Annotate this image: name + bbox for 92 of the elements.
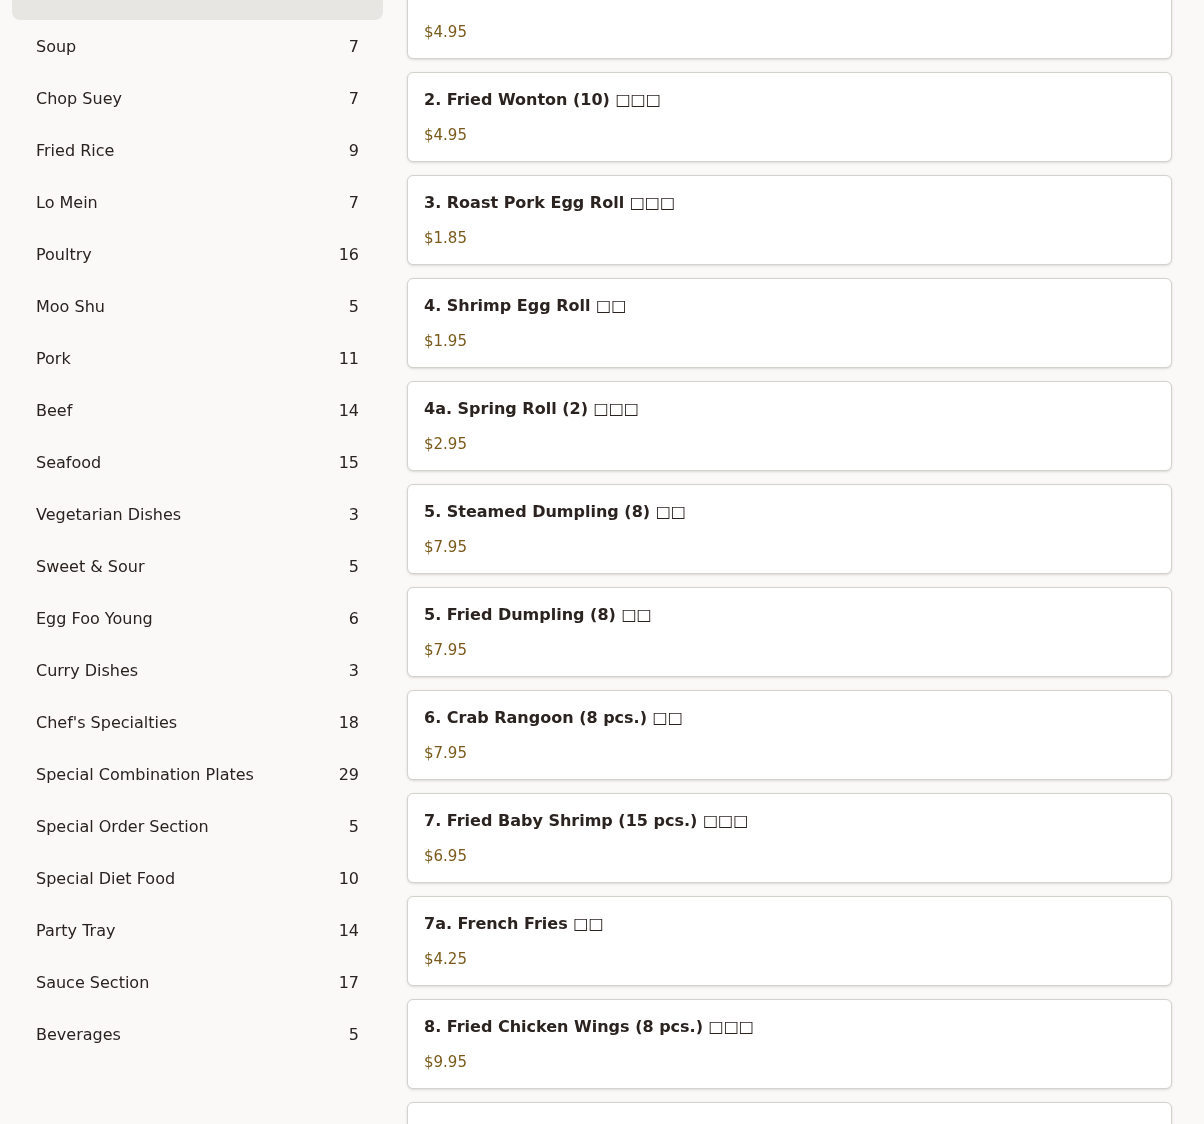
item-name: 2. Fried Wonton (10) □□□ — [424, 89, 662, 111]
category-item[interactable]: Special Combination Plates 29 — [12, 750, 383, 800]
category-count: 5 — [348, 816, 359, 838]
menu-item-card[interactable]: 5. Fried Dumpling (8) □□ $7.95 — [407, 587, 1172, 677]
category-item[interactable]: Poultry 16 — [12, 230, 383, 280]
category-name: Curry Dishes — [36, 660, 139, 682]
category-item[interactable]: Sweet & Sour 5 — [12, 542, 383, 592]
menu-item-card[interactable]: 3. Roast Pork Egg Roll □□□ $1.85 — [407, 175, 1172, 265]
item-price: $7.95 — [424, 743, 468, 764]
category-item[interactable]: Sauce Section 17 — [12, 958, 383, 1008]
category-name: Poultry — [36, 244, 92, 266]
category-name: Special Combination Plates — [36, 764, 254, 786]
category-name: Beef — [36, 400, 73, 422]
category-name: Special Diet Food — [36, 868, 176, 890]
category-item[interactable]: Seafood 15 — [12, 438, 383, 488]
category-count: 6 — [348, 608, 359, 630]
menu-item-card[interactable]: $4.95 — [407, 0, 1172, 59]
menu-item-card[interactable]: 7. Fried Baby Shrimp (15 pcs.) □□□ $6.95 — [407, 793, 1172, 883]
category-count: 3 — [348, 504, 359, 526]
category-item[interactable]: Pork 11 — [12, 334, 383, 384]
menu-item-card[interactable]: 4. Shrimp Egg Roll □□ $1.95 — [407, 278, 1172, 368]
category-name: Party Tray — [36, 920, 116, 942]
item-name: 3. Roast Pork Egg Roll □□□ — [424, 192, 677, 214]
item-name: 5. Fried Dumpling (8) □□ — [424, 604, 653, 626]
category-count: 9 — [348, 140, 359, 162]
item-name: 5. Steamed Dumpling (8) □□ — [424, 501, 687, 523]
category-item[interactable]: Curry Dishes 3 — [12, 646, 383, 696]
category-item[interactable]: Beef 14 — [12, 386, 383, 436]
category-item[interactable]: Vegetarian Dishes 3 — [12, 490, 383, 540]
category-item[interactable]: Lo Mein 7 — [12, 178, 383, 228]
category-count: 16 — [338, 244, 359, 266]
item-price: $6.95 — [424, 846, 468, 867]
category-name: Moo Shu — [36, 296, 105, 318]
category-name: Vegetarian Dishes — [36, 504, 182, 526]
category-count: 15 — [338, 452, 359, 474]
menu-item-card[interactable]: 6. Crab Rangoon (8 pcs.) □□ $7.95 — [407, 690, 1172, 780]
item-price: $7.95 — [424, 640, 468, 661]
item-name: 6. Crab Rangoon (8 pcs.) □□ — [424, 707, 684, 729]
item-name: 8. Fried Chicken Wings (8 pcs.) □□□ — [424, 1016, 755, 1038]
category-item[interactable]: Fried Rice 9 — [12, 126, 383, 176]
category-item[interactable]: Chop Suey 7 — [12, 74, 383, 124]
category-name: Chop Suey — [36, 88, 122, 110]
category-name: Chef's Specialties — [36, 712, 178, 734]
category-count: 10 — [338, 868, 359, 890]
menu-item-card[interactable]: 8. Fried Chicken Wings (8 pcs.) □□□ $9.95 — [407, 999, 1172, 1089]
item-price: $2.95 — [424, 434, 468, 455]
category-count: 5 — [348, 556, 359, 578]
category-item[interactable]: Special Order Section 5 — [12, 802, 383, 852]
category-item[interactable]: Moo Shu 5 — [12, 282, 383, 332]
category-name: Lo Mein — [36, 192, 98, 214]
category-name: Sauce Section — [36, 972, 150, 994]
item-price: $1.95 — [424, 331, 468, 352]
category-item[interactable]: Special Diet Food 10 — [12, 854, 383, 904]
category-count: 7 — [348, 36, 359, 58]
category-name: Seafood — [36, 452, 102, 474]
category-name: Pork — [36, 348, 71, 370]
category-item[interactable]: Soup 7 — [12, 22, 383, 72]
category-item[interactable]: Party Tray 14 — [12, 906, 383, 956]
item-price: $9.95 — [424, 1052, 468, 1073]
category-count: 14 — [338, 400, 359, 422]
item-name: 4. Shrimp Egg Roll □□ — [424, 295, 628, 317]
category-name: Special Order Section — [36, 816, 209, 838]
category-count: 17 — [338, 972, 359, 994]
category-count: 18 — [338, 712, 359, 734]
item-name: 7. Fried Baby Shrimp (15 pcs.) □□□ — [424, 810, 750, 832]
item-price: $4.25 — [424, 949, 468, 970]
category-count: 11 — [338, 348, 359, 370]
item-price: $1.85 — [424, 228, 468, 249]
category-item[interactable]: Egg Foo Young 6 — [12, 594, 383, 644]
menu-item-card[interactable]: 5. Steamed Dumpling (8) □□ $7.95 — [407, 484, 1172, 574]
category-count: 3 — [348, 660, 359, 682]
item-name: 4a. Spring Roll (2) □□□ — [424, 398, 640, 420]
category-count: 5 — [348, 296, 359, 318]
category-count: 29 — [338, 764, 359, 786]
category-name: Sweet & Sour — [36, 556, 145, 578]
category-item[interactable]: Beverages 5 — [12, 1010, 383, 1060]
menu-item-card[interactable]: 2. Fried Wonton (10) □□□ $4.95 — [407, 72, 1172, 162]
category-count: 7 — [348, 88, 359, 110]
category-name: Beverages — [36, 1024, 121, 1046]
category-item[interactable]: Chef's Specialties 18 — [12, 698, 383, 748]
menu-item-card[interactable]: 7a. French Fries □□ $4.25 — [407, 896, 1172, 986]
item-price: $4.95 — [424, 125, 468, 146]
category-name: Fried Rice — [36, 140, 115, 162]
item-price: $4.95 — [424, 22, 468, 43]
item-name: 7a. French Fries □□ — [424, 913, 605, 935]
category-count: 7 — [348, 192, 359, 214]
category-count: 5 — [348, 1024, 359, 1046]
category-count: 14 — [338, 920, 359, 942]
category-name: Egg Foo Young — [36, 608, 153, 630]
item-price: $7.95 — [424, 537, 468, 558]
menu-item-card[interactable]: 4a. Spring Roll (2) □□□ $2.95 — [407, 381, 1172, 471]
category-name: Soup — [36, 36, 77, 58]
